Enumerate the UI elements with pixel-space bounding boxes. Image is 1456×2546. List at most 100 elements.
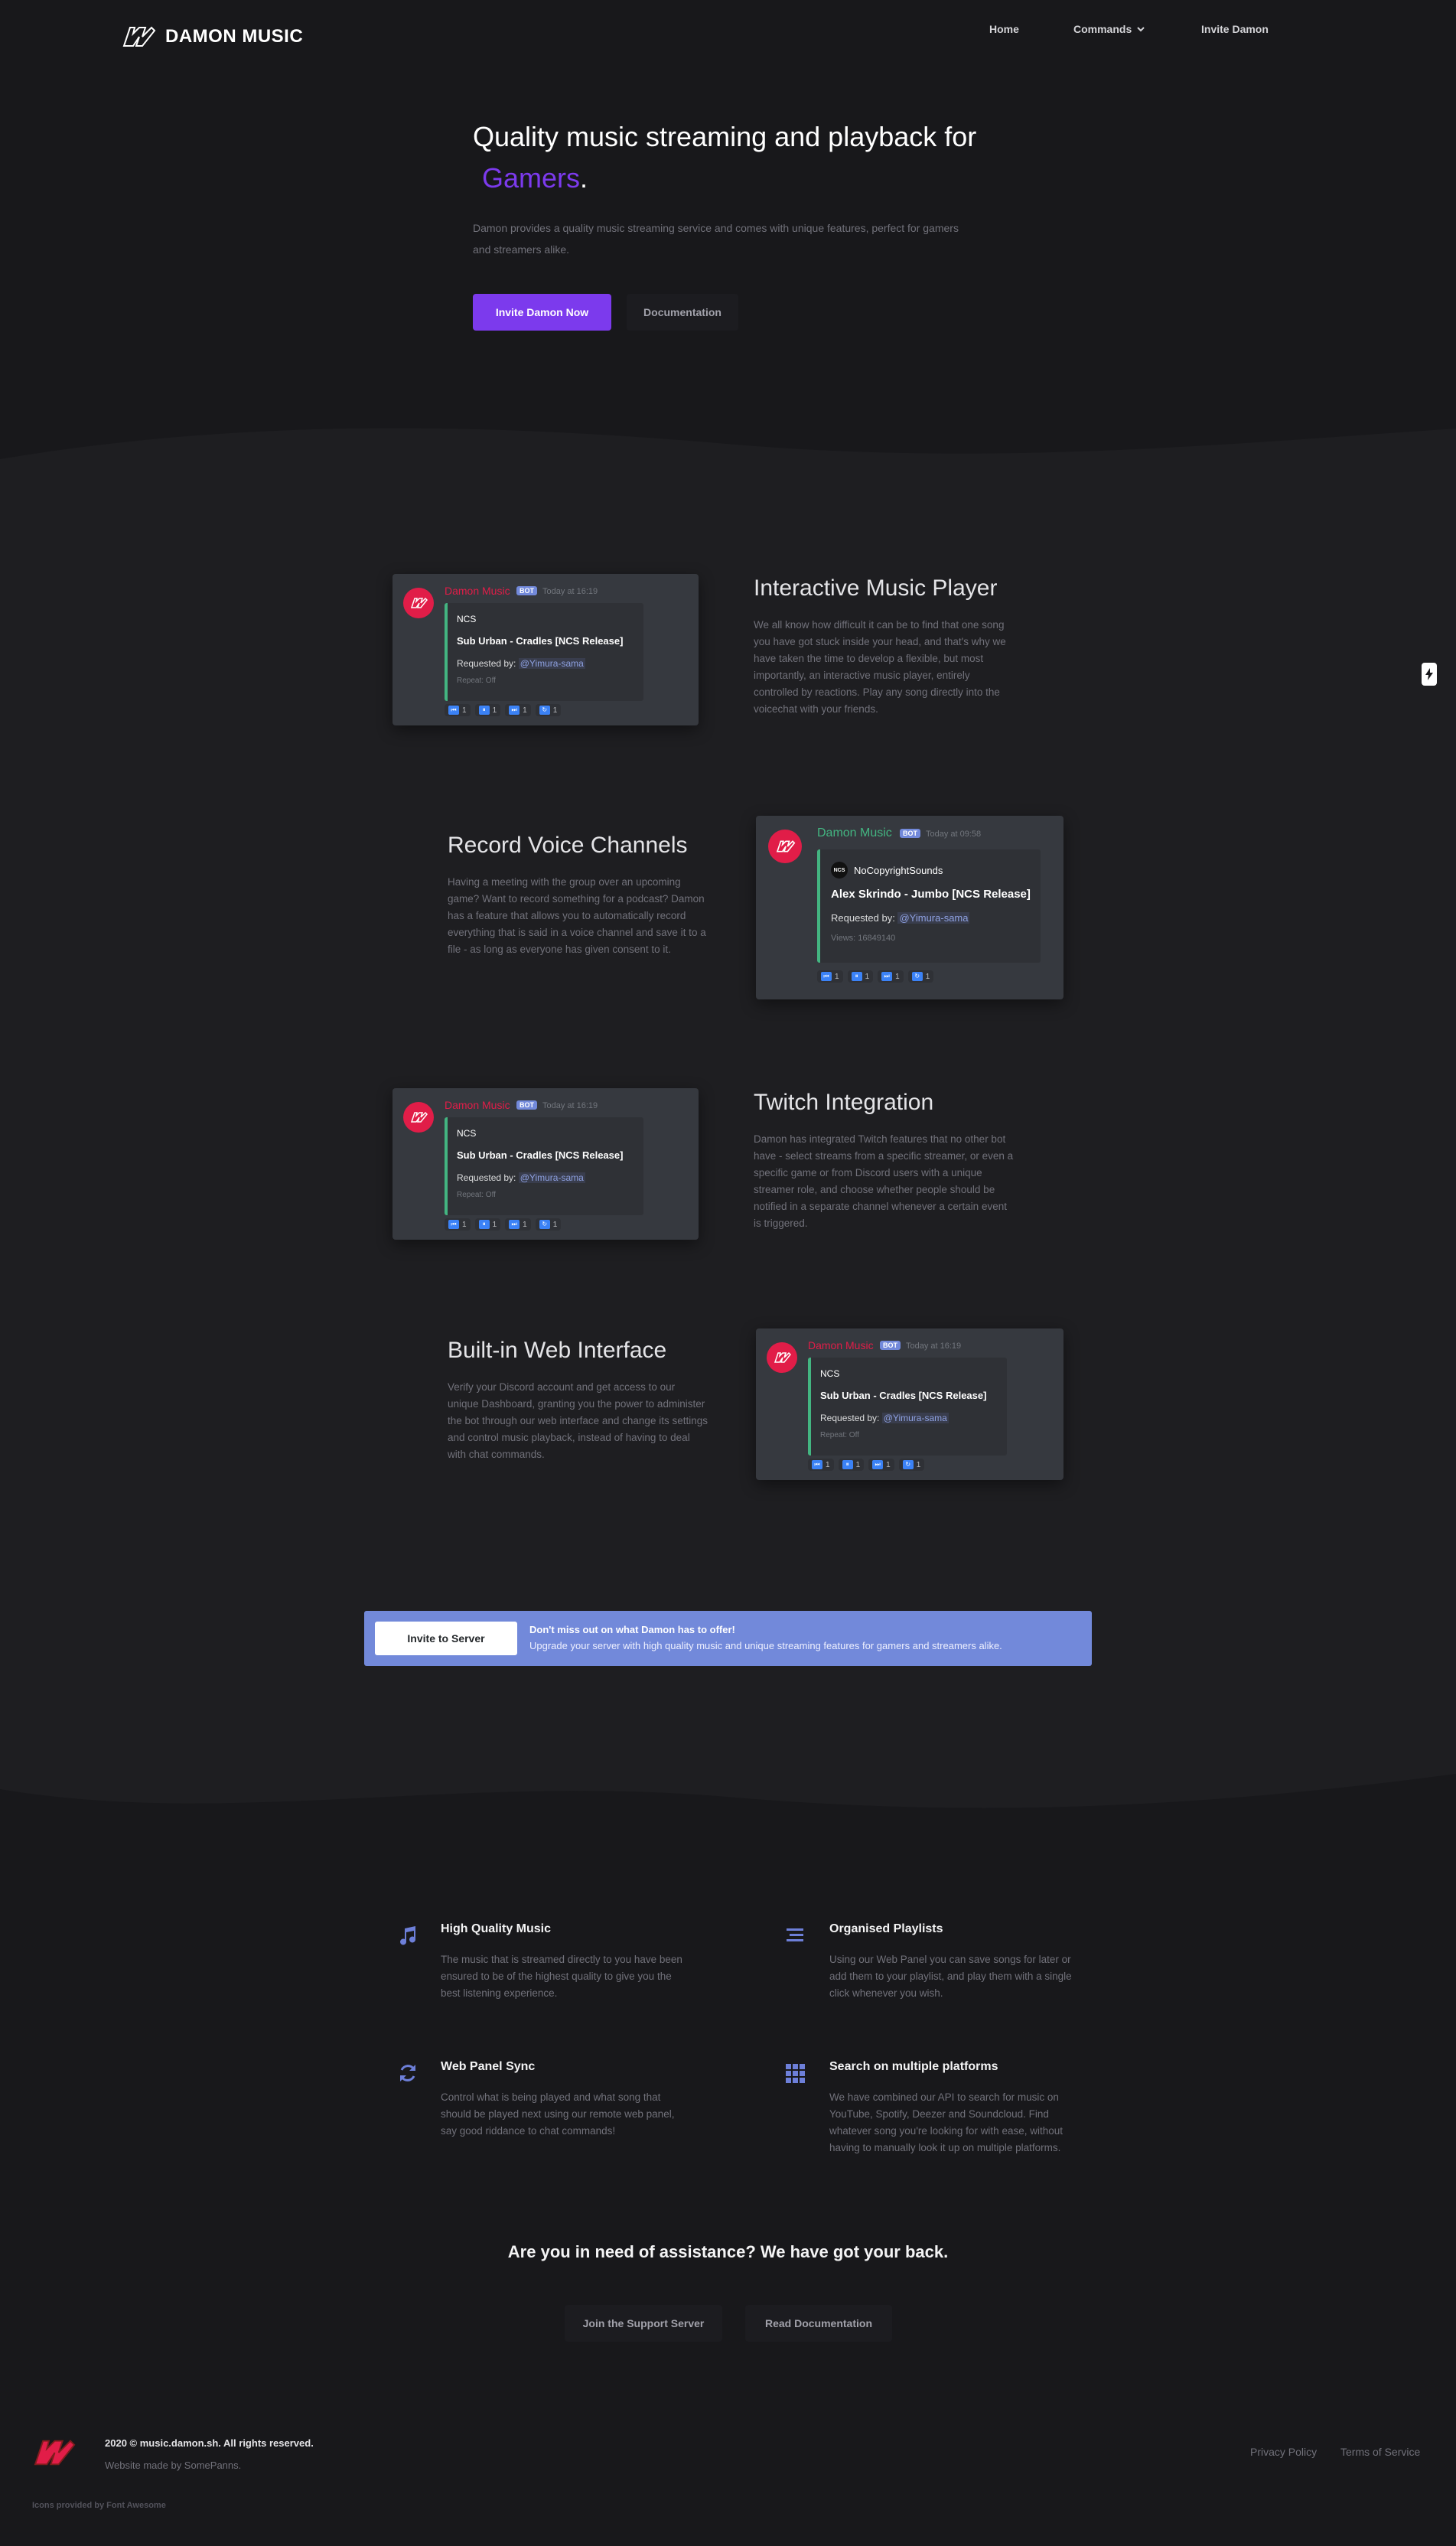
requester-mention[interactable]: @Yimura-sama xyxy=(518,658,585,669)
reaction-count: 1 xyxy=(855,1460,861,1469)
terms-of-service-link[interactable]: Terms of Service xyxy=(1340,2446,1420,2458)
reaction-count: 1 xyxy=(826,1460,830,1469)
track-title: Alex Skrindo - Jumbo [NCS Release] xyxy=(831,888,1031,901)
pause-icon: ⏸ xyxy=(851,972,862,981)
damon-logo-icon xyxy=(410,1111,428,1123)
sync-icon xyxy=(396,2062,419,2085)
feature-desc-twitch: Damon has integrated Twitch features tha… xyxy=(754,1133,1014,1229)
reaction-count: 1 xyxy=(492,706,497,715)
embed-footer: Repeat: Off xyxy=(457,676,496,685)
brand-name: DAMON MUSIC xyxy=(165,26,304,47)
small-feature-desc: Using our Web Panel you can save songs f… xyxy=(829,1954,1072,1999)
reaction-count: 1 xyxy=(462,1220,467,1229)
track-embed: NCS Sub Urban - Cradles [NCS Release] Re… xyxy=(808,1358,1007,1456)
banner-subtitle: Upgrade your server with high quality mu… xyxy=(529,1640,1002,1651)
embed-author: NoCopyrightSounds xyxy=(854,865,943,876)
documentation-button[interactable]: Documentation xyxy=(627,294,738,331)
bot-name: Damon Music xyxy=(808,1339,874,1351)
next-track-icon: ⏭ xyxy=(872,1460,884,1469)
requested-by: Requested by: @Yimura-sama xyxy=(457,1172,585,1183)
next-track-icon: ⏭ xyxy=(881,972,893,981)
reaction-count: 1 xyxy=(835,972,839,981)
previous-track-icon: ⏮ xyxy=(448,706,459,715)
small-feature-title: Web Panel Sync xyxy=(441,2060,536,2073)
chevron-down-icon xyxy=(1137,27,1145,32)
message-time: Today at 09:58 xyxy=(926,830,982,839)
requested-label: Requested by: xyxy=(457,1172,516,1183)
small-feature-title: Organised Playlists xyxy=(829,1922,943,1935)
feature-title-player: Interactive Music Player xyxy=(754,575,998,601)
hero-title-text: Quality music streaming and playback for xyxy=(473,121,977,152)
reaction-pause[interactable]: ⏸ 1 xyxy=(847,970,874,983)
small-feature-desc: We have combined our API to search for m… xyxy=(829,2091,1063,2153)
embed-author: NCS xyxy=(457,614,477,624)
reaction-repeat[interactable]: ↻ 1 xyxy=(535,704,562,716)
embed-author: NCS xyxy=(820,1368,840,1379)
track-embed: NCS NoCopyrightSounds Alex Skrindo - Jum… xyxy=(817,849,1041,963)
reaction-count: 1 xyxy=(552,706,558,715)
bot-badge: BOT xyxy=(516,586,537,595)
invite-to-server-button[interactable]: Invite to Server xyxy=(375,1622,517,1655)
reaction-pause[interactable]: ⏸ 1 xyxy=(474,1218,501,1231)
reaction-bar: ⏮ 1 ⏸ 1 ⏭ 1 ↻ 1 xyxy=(808,1459,925,1471)
requester-mention[interactable]: @Yimura-sama xyxy=(881,1413,949,1423)
reaction-count: 1 xyxy=(523,706,527,715)
previous-track-icon: ⏮ xyxy=(821,972,832,981)
bot-avatar xyxy=(403,588,434,618)
footer-logo[interactable] xyxy=(28,2435,78,2474)
brand-logo[interactable]: DAMON MUSIC xyxy=(119,21,303,52)
small-feature-title: Search on multiple platforms xyxy=(829,2060,998,2073)
floating-side-button[interactable] xyxy=(1422,663,1437,686)
reaction-repeat[interactable]: ↻ 1 xyxy=(898,1459,925,1471)
reaction-next[interactable]: ⏭ 1 xyxy=(878,970,904,983)
bot-badge: BOT xyxy=(880,1341,901,1350)
pause-icon: ⏸ xyxy=(842,1460,853,1469)
small-feature-desc: The music that is streamed directly to y… xyxy=(441,1954,682,1999)
privacy-policy-link[interactable]: Privacy Policy xyxy=(1250,2446,1317,2458)
reaction-repeat[interactable]: ↻ 1 xyxy=(535,1218,562,1231)
bot-avatar xyxy=(403,1102,434,1133)
join-support-server-button[interactable]: Join the Support Server xyxy=(565,2305,722,2342)
reaction-repeat[interactable]: ↻ 1 xyxy=(907,970,934,983)
hero-desc-line2: and streamers alike. xyxy=(473,243,570,256)
reaction-previous[interactable]: ⏮ 1 xyxy=(445,704,471,716)
nav-invite[interactable]: Invite Damon xyxy=(1201,23,1269,35)
pause-icon: ⏸ xyxy=(478,1220,490,1229)
requester-mention[interactable]: @Yimura-sama xyxy=(897,912,970,924)
section-wave-top xyxy=(0,428,1456,520)
reaction-previous[interactable]: ⏮ 1 xyxy=(445,1218,471,1231)
requested-label: Requested by: xyxy=(820,1413,880,1423)
player-embed-card-4: Damon Music BOT Today at 16:19 NCS Sub U… xyxy=(756,1328,1063,1480)
read-documentation-button[interactable]: Read Documentation xyxy=(745,2305,892,2342)
reaction-next[interactable]: ⏭ 1 xyxy=(505,704,531,716)
reaction-previous[interactable]: ⏮ 1 xyxy=(808,1459,834,1471)
footer-icons-credit[interactable]: Icons provided by Font Awesome xyxy=(32,2501,166,2510)
player-embed-card-3: Damon Music BOT Today at 16:19 NCS Sub U… xyxy=(393,1088,699,1240)
requested-by: Requested by: @Yimura-sama xyxy=(831,912,970,924)
hero-title-accent: Gamers xyxy=(482,162,581,194)
section-wave-bottom xyxy=(0,1720,1456,1808)
repeat-icon: ↻ xyxy=(911,972,923,981)
reaction-count: 1 xyxy=(552,1220,558,1229)
reaction-pause[interactable]: ⏸ 1 xyxy=(838,1459,865,1471)
reaction-previous[interactable]: ⏮ 1 xyxy=(817,970,843,983)
next-track-icon: ⏭ xyxy=(509,1220,520,1229)
lightning-icon xyxy=(1425,668,1433,680)
reaction-next[interactable]: ⏭ 1 xyxy=(868,1459,894,1471)
small-feature-title: High Quality Music xyxy=(441,1922,552,1935)
reaction-next[interactable]: ⏭ 1 xyxy=(505,1218,531,1231)
message-time: Today at 16:19 xyxy=(542,587,598,596)
track-title: Sub Urban - Cradles [NCS Release] xyxy=(820,1390,987,1401)
invite-banner: Invite to Server Don't miss out on what … xyxy=(364,1611,1092,1666)
requester-mention[interactable]: @Yimura-sama xyxy=(518,1172,585,1183)
reaction-count: 1 xyxy=(865,972,870,981)
reaction-pause[interactable]: ⏸ 1 xyxy=(474,704,501,716)
nav-home[interactable]: Home xyxy=(989,23,1019,35)
reaction-count: 1 xyxy=(492,1220,497,1229)
message-time: Today at 16:19 xyxy=(906,1341,962,1351)
bot-badge: BOT xyxy=(900,829,920,838)
reaction-count: 1 xyxy=(886,1460,891,1469)
previous-track-icon: ⏮ xyxy=(812,1460,822,1469)
invite-damon-button[interactable]: Invite Damon Now xyxy=(473,294,611,331)
nav-commands[interactable]: Commands xyxy=(1073,23,1145,35)
